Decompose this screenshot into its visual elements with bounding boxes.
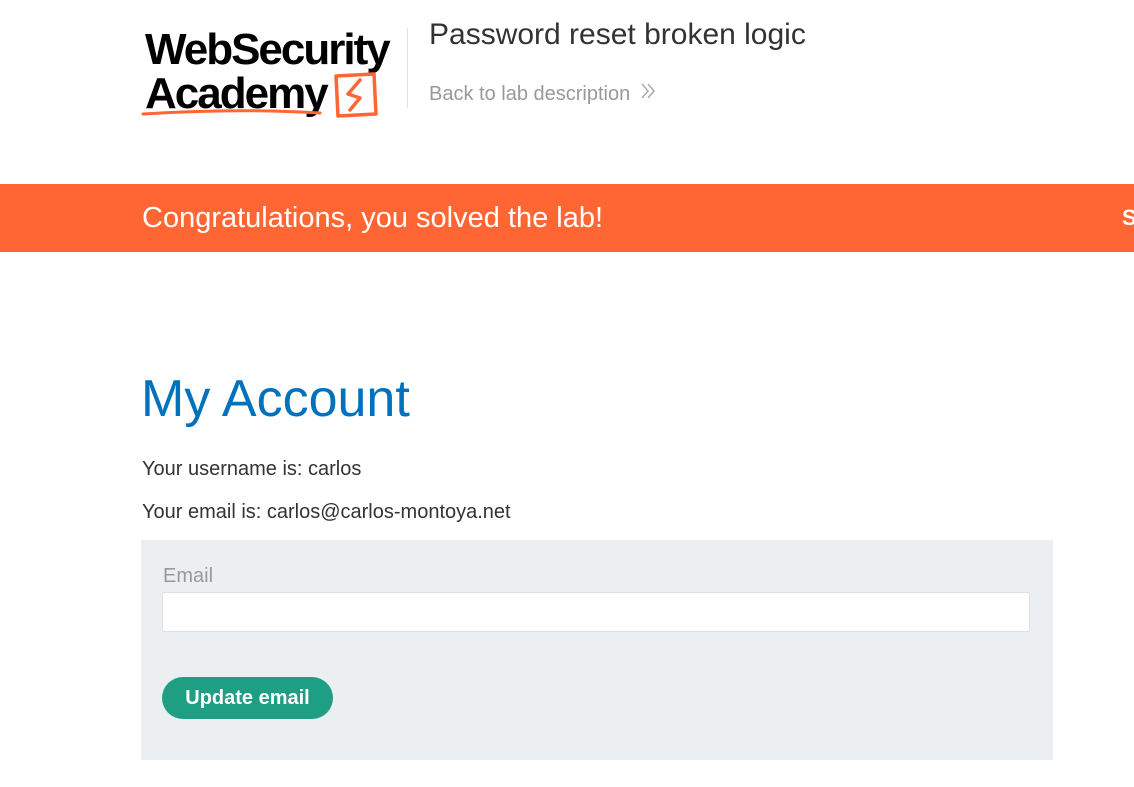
banner-share-button-cut-off[interactable]: S bbox=[1122, 203, 1134, 233]
email-input[interactable] bbox=[162, 592, 1030, 632]
lab-title: Password reset broken logic bbox=[429, 18, 806, 51]
web-security-academy-logo[interactable]: WebSecurity Academy bbox=[140, 24, 406, 120]
header-divider bbox=[407, 28, 408, 108]
lightning-bolt-icon bbox=[334, 72, 378, 118]
logo-graphic: WebSecurity Academy bbox=[141, 25, 393, 118]
back-to-lab-description-link[interactable]: Back to lab description bbox=[429, 82, 656, 106]
email-text: Your email is: carlos@carlos-montoya.net bbox=[142, 501, 511, 523]
update-email-form: Email Update email bbox=[141, 540, 1053, 760]
page-title: My Account bbox=[141, 370, 410, 428]
back-link-label: Back to lab description bbox=[429, 83, 631, 105]
update-email-button[interactable]: Update email bbox=[162, 677, 333, 719]
username-text: Your username is: carlos bbox=[142, 458, 362, 480]
double-chevron-right-icon bbox=[640, 82, 656, 106]
email-label: Email bbox=[163, 565, 214, 587]
header: WebSecurity Academy Password reset broke… bbox=[0, 0, 1134, 184]
banner-message: Congratulations, you solved the lab! bbox=[142, 202, 604, 234]
lab-solved-banner: Congratulations, you solved the lab! S bbox=[0, 184, 1134, 252]
logo-line1: WebSecurity bbox=[145, 25, 391, 74]
